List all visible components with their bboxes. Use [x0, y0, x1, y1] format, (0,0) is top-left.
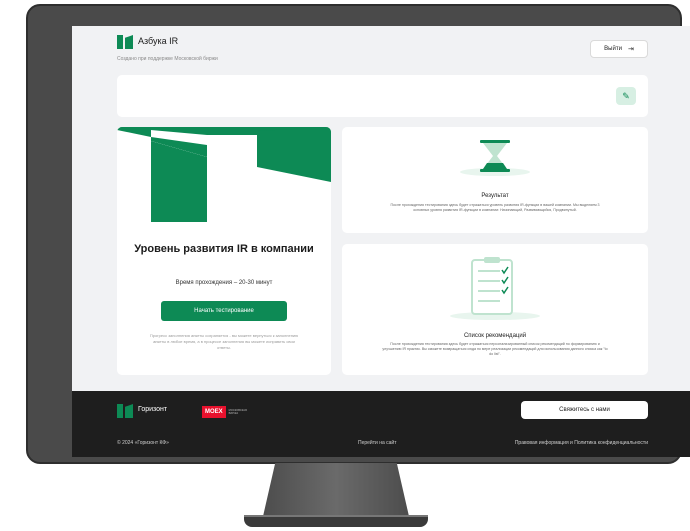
moex-logo[interactable]: MOEX МОСКОВСКАЯ БИРЖА: [202, 405, 255, 419]
exit-label: Выйти: [604, 46, 622, 52]
decorative-graphic: [117, 127, 331, 222]
recs-title: Список рекомендаций: [463, 333, 527, 339]
checklist-icon: [450, 257, 540, 320]
footer: Горизонт MOEX МОСКОВСКАЯ БИРЖА Свяжитесь…: [72, 391, 690, 457]
company-bar: ✎: [117, 75, 648, 117]
header: Азбука IR Создано при поддержке Московск…: [72, 26, 690, 74]
edit-button[interactable]: ✎: [616, 87, 636, 105]
result-title: Результат: [481, 193, 509, 199]
level-time: Время прохождения – 20-30 минут: [175, 280, 273, 286]
logo-text[interactable]: Азбука IR: [138, 36, 178, 46]
footer-logo-icon: [117, 404, 133, 418]
monitor-stand: [262, 463, 410, 519]
moex-subtitle: МОСКОВСКАЯ БИРЖА: [228, 409, 247, 415]
contact-button[interactable]: Свяжитесь с нами: [521, 401, 648, 419]
level-card: Уровень развития IR в компании Время про…: [117, 127, 331, 375]
screen: Азбука IR Создано при поддержке Московск…: [72, 26, 690, 457]
recommendations-card: Список рекомендаций После прохождения те…: [342, 244, 648, 375]
monitor-base: [244, 515, 428, 527]
logo-subtitle: Создано при поддержке Московской биржи: [117, 56, 218, 62]
pencil-icon: ✎: [622, 90, 630, 101]
monitor-frame: Азбука IR Создано при поддержке Московск…: [26, 4, 690, 464]
start-test-button[interactable]: Начать тестирование: [161, 301, 287, 321]
exit-button[interactable]: Выйти ⇥: [590, 40, 648, 58]
recs-text: После прохождения тестирования здесь буд…: [382, 342, 608, 356]
footer-logo-text[interactable]: Горизонт: [138, 406, 167, 413]
moex-label: MOEX: [202, 406, 226, 418]
legal-link[interactable]: Правовая информация и Политика конфиденц…: [481, 440, 648, 446]
hourglass-icon: [460, 140, 530, 176]
level-title: Уровень развития IR в компании: [134, 243, 314, 255]
exit-icon: ⇥: [627, 46, 634, 53]
result-card: Результат После прохождения тестирования…: [342, 127, 648, 233]
logo-icon: [117, 35, 133, 49]
copyright: © 2024 «Горизонт КФ»: [117, 440, 169, 446]
progress-note: Прогресс заполнения анкеты сохраняется -…: [149, 333, 299, 350]
result-text: После прохождения тестирования здесь буд…: [390, 203, 600, 212]
site-link[interactable]: Перейти на сайт: [358, 440, 397, 446]
